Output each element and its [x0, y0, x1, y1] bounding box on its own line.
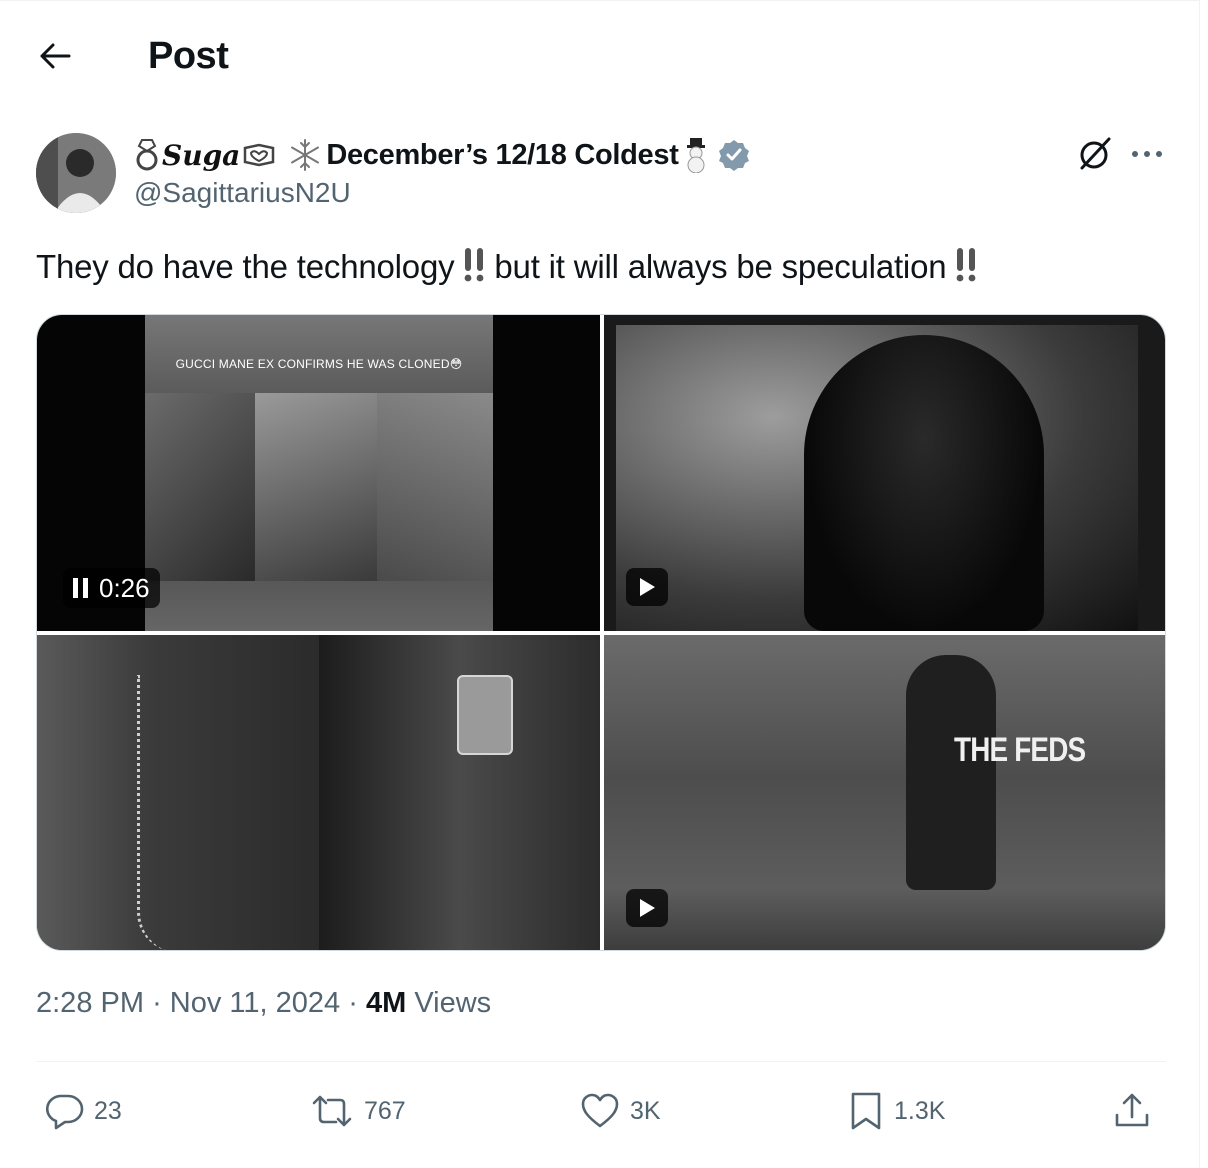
- ring-icon: [136, 139, 158, 171]
- meta-separator: ·: [152, 987, 162, 1019]
- post-text: They do have the technology but it will …: [36, 245, 986, 289]
- page-title: Post: [148, 35, 229, 77]
- arrow-left-icon: [40, 43, 71, 69]
- display-name-script: Suga: [162, 138, 241, 172]
- ellipsis-icon: [1132, 151, 1162, 157]
- avatar-image: [36, 133, 116, 213]
- repost-count: 767: [364, 1096, 406, 1125]
- share-icon: [1115, 1093, 1149, 1127]
- bookmark-icon: [851, 1092, 881, 1130]
- video-timer[interactable]: 0:26: [63, 568, 160, 608]
- video-frame: GUCCI MANE EX CONFIRMS HE WAS CLONED😳: [145, 315, 493, 631]
- post-meta: 2:28 PM · Nov 11, 2024 · 4M Views: [36, 987, 491, 1020]
- collage-photo: [377, 393, 493, 581]
- share-button[interactable]: [1112, 1087, 1152, 1135]
- snowflake-icon: [291, 139, 320, 171]
- views-count: 4M: [365, 987, 407, 1019]
- video-overlay-text: THE FEDS: [954, 731, 1086, 769]
- play-icon[interactable]: [626, 889, 668, 927]
- image-chain: [137, 675, 197, 950]
- post-date[interactable]: Nov 11, 2024: [170, 987, 340, 1019]
- bookmark-button[interactable]: 1.3K: [848, 1087, 945, 1135]
- play-triangle: [640, 578, 655, 596]
- verified-badge-icon[interactable]: [717, 138, 751, 172]
- pause-icon: [73, 578, 89, 598]
- display-name-main: December’s 12/18 Coldest: [326, 138, 679, 171]
- post-text-part2: but it will always be speculation: [494, 248, 947, 285]
- media-video-4[interactable]: THE FEDS: [604, 635, 1165, 950]
- like-count: 3K: [630, 1096, 661, 1125]
- play-triangle: [640, 899, 655, 917]
- media-video-1[interactable]: GUCCI MANE EX CONFIRMS HE WAS CLONED😳 0:…: [37, 315, 600, 631]
- avatar[interactable]: [36, 133, 116, 213]
- grok-icon[interactable]: [1076, 135, 1114, 173]
- page-header: Post: [0, 1, 1200, 111]
- display-name[interactable]: Suga December’s 12/18 Coldest: [134, 135, 751, 175]
- post-page: Post Suga December’s 12/18 Coldest @Sagi…: [0, 0, 1200, 1168]
- divider: [36, 1061, 1166, 1062]
- media-image-3[interactable]: [37, 635, 600, 950]
- author-handle[interactable]: @SagittariusN2U: [134, 177, 351, 209]
- repost-button[interactable]: 767: [310, 1087, 406, 1135]
- video-caption: GUCCI MANE EX CONFIRMS HE WAS CLONED😳: [175, 357, 463, 371]
- video-subject: [804, 335, 1044, 631]
- double-exclamation-icon: [956, 248, 976, 282]
- heart-icon: [581, 1093, 619, 1128]
- heart-outline-icon: [244, 143, 275, 167]
- snowman-icon: [686, 138, 705, 173]
- video-subject: [906, 655, 996, 890]
- like-button[interactable]: 3K: [580, 1087, 661, 1135]
- media-video-2[interactable]: [604, 315, 1165, 631]
- repost-icon: [312, 1095, 352, 1127]
- more-options-icon[interactable]: [1128, 135, 1166, 173]
- bookmark-count: 1.3K: [894, 1096, 946, 1125]
- reply-button[interactable]: 23: [44, 1087, 122, 1135]
- views-label: Views: [414, 987, 492, 1019]
- image-pendant: [457, 675, 513, 755]
- meta-separator: ·: [348, 987, 358, 1019]
- video-thumbnail: [604, 635, 1165, 950]
- back-button[interactable]: [30, 31, 80, 81]
- reply-count: 23: [94, 1096, 122, 1125]
- post-text-part1: They do have the technology: [36, 248, 455, 285]
- video-collage: [145, 393, 493, 581]
- play-icon[interactable]: [626, 568, 668, 606]
- video-timestamp: 0:26: [99, 572, 150, 603]
- collage-photo: [145, 393, 255, 581]
- grok-symbol: [1080, 137, 1111, 170]
- double-exclamation-icon: [465, 248, 484, 282]
- collage-photo: [255, 393, 377, 581]
- post-time[interactable]: 2:28 PM: [36, 987, 144, 1019]
- reply-icon: [45, 1094, 84, 1130]
- media-grid: GUCCI MANE EX CONFIRMS HE WAS CLONED😳 0:…: [36, 314, 1166, 951]
